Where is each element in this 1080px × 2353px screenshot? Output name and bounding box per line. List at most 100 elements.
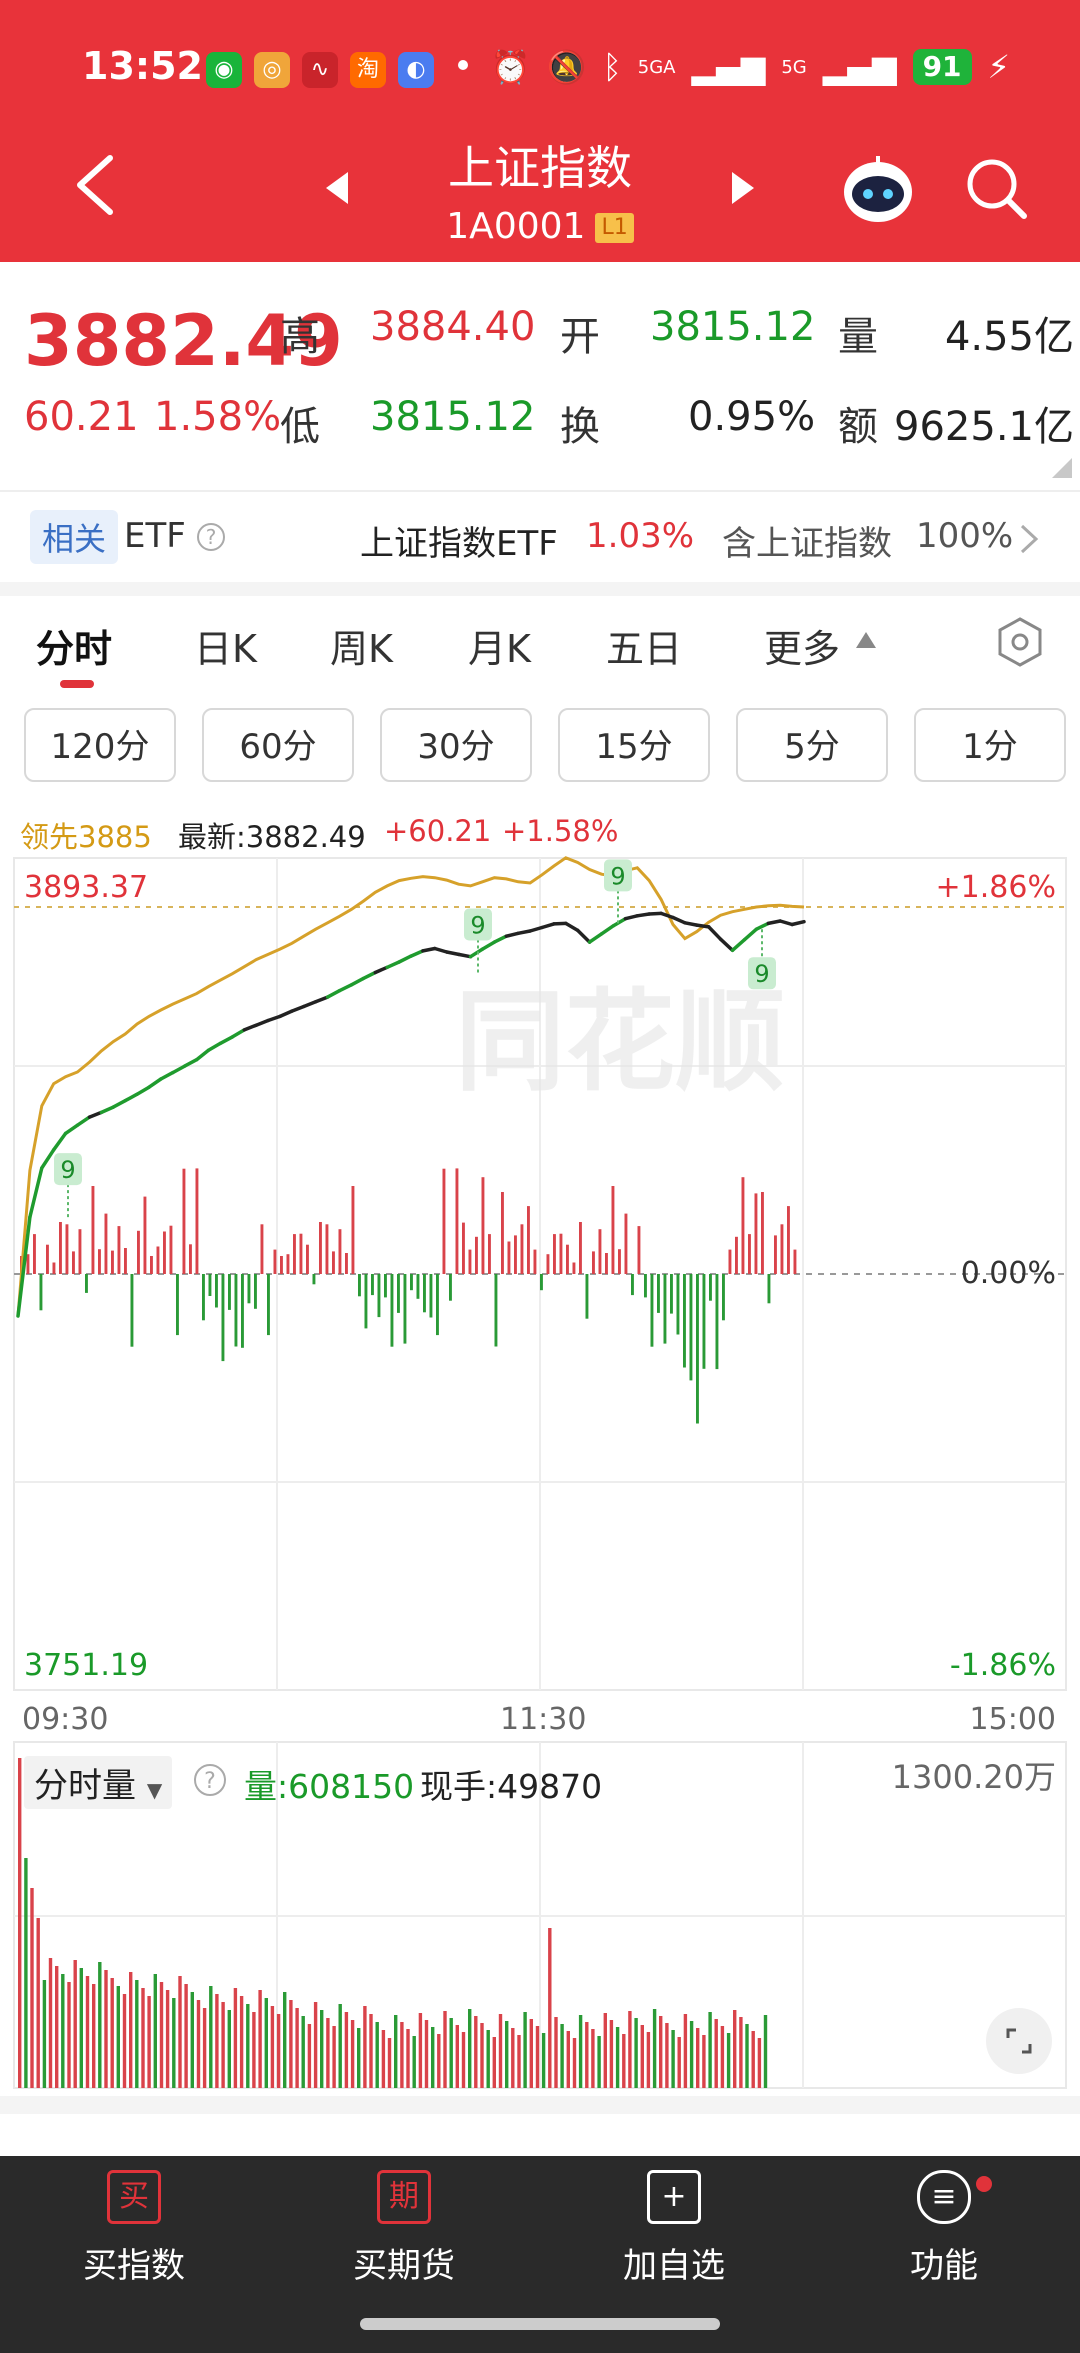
- buy-index-button[interactable]: 买 买指数: [34, 2170, 234, 2287]
- help-icon[interactable]: ?: [196, 522, 226, 552]
- volume-indicator-select[interactable]: 分时量 ▼: [24, 1756, 173, 1809]
- volume-down-bar: [560, 2024, 564, 2088]
- index-line-segment: [194, 1048, 211, 1062]
- volume-up-bar: [461, 2032, 466, 2088]
- down-bar: [650, 1274, 654, 1347]
- volume-up-bar: [437, 2034, 441, 2088]
- volume-up-bar: [73, 1960, 77, 2088]
- down-bar: [403, 1274, 407, 1344]
- tab-weekly-k[interactable]: 周K: [330, 618, 393, 673]
- chevron-right-icon[interactable]: [1018, 522, 1040, 556]
- more-notifications-dot: [458, 60, 468, 70]
- volume-down-bar: [541, 2033, 546, 2088]
- index-line-segment: [313, 995, 330, 1004]
- volume-indicator-label: 分时量: [34, 1766, 136, 1806]
- fullscreen-button[interactable]: [986, 2008, 1052, 2074]
- volume-up-bar: [683, 2014, 688, 2088]
- tab-five-day[interactable]: 五日: [606, 618, 682, 673]
- volume-up-bar: [92, 1984, 96, 2088]
- volume-help-icon[interactable]: ?: [192, 1762, 228, 1798]
- signal-icon-2: ▂▄▆: [822, 48, 897, 86]
- intraday-chart[interactable]: 同花顺 9 9 9 9: [0, 850, 1080, 1720]
- down-bar: [377, 1274, 381, 1318]
- up-bar: [533, 1249, 537, 1274]
- next-stock-icon[interactable]: [728, 170, 758, 206]
- marker-text: 9: [754, 960, 769, 988]
- search-icon[interactable]: [962, 154, 1032, 224]
- up-bar: [351, 1186, 355, 1274]
- add-watchlist-icon: +: [647, 2170, 701, 2224]
- down-bar: [176, 1274, 179, 1336]
- volume-up-bar: [591, 2029, 595, 2088]
- weibo-icon: ◎: [254, 52, 290, 88]
- index-line-segment: [361, 970, 378, 981]
- volume-up-bar: [30, 1888, 34, 2088]
- up-bar: [527, 1206, 530, 1274]
- up-bar: [787, 1206, 790, 1274]
- index-line-segment: [552, 921, 568, 926]
- tab-monthly-k[interactable]: 月K: [468, 618, 531, 673]
- up-bar: [33, 1234, 36, 1274]
- svg-text:?: ?: [206, 525, 217, 549]
- volume-up-bar: [147, 1996, 151, 2088]
- tab-daily-k[interactable]: 日K: [194, 618, 257, 673]
- open-value: 3815.12: [650, 304, 816, 350]
- high-value: 3884.40: [370, 304, 536, 350]
- up-bar: [462, 1222, 465, 1274]
- up-bar: [195, 1168, 199, 1274]
- volume-up-bar: [381, 2030, 386, 2088]
- period-60min[interactable]: 60分: [202, 708, 354, 782]
- volume-up-bar: [480, 2023, 484, 2088]
- period-15min[interactable]: 15分: [558, 708, 710, 782]
- volume-down-bar: [394, 2015, 398, 2088]
- down-bar: [208, 1274, 212, 1296]
- up-bar: [338, 1229, 342, 1274]
- function-button[interactable]: ≡ 功能: [844, 2170, 1044, 2287]
- volume-up-bar: [307, 2024, 312, 2088]
- up-bar: [735, 1236, 738, 1274]
- period-120min[interactable]: 120分: [24, 708, 176, 782]
- down-bar: [722, 1274, 725, 1321]
- up-bar: [592, 1251, 595, 1274]
- buy-futures-button[interactable]: 期 买期货: [304, 2170, 504, 2287]
- up-bar: [182, 1168, 186, 1274]
- index-line-segment: [718, 937, 735, 953]
- signal-icon: ▂▄▆: [691, 48, 766, 86]
- up-bar: [65, 1224, 69, 1274]
- index-line-segment: [28, 1166, 44, 1219]
- robot-assistant-icon[interactable]: [836, 150, 920, 230]
- settings-hex-icon[interactable]: [994, 616, 1046, 668]
- volume-up-bar: [350, 2020, 355, 2088]
- down-bar: [429, 1274, 433, 1318]
- down-bar: [696, 1274, 699, 1424]
- period-1min[interactable]: 1分: [914, 708, 1066, 782]
- add-watchlist-button[interactable]: + 加自选: [574, 2170, 774, 2287]
- up-bar: [111, 1250, 114, 1274]
- volume-up-bar: [122, 1994, 127, 2088]
- period-5min[interactable]: 5分: [736, 708, 888, 782]
- volume-up-bar: [585, 2022, 589, 2088]
- period-30min[interactable]: 30分: [380, 708, 532, 782]
- tab-more[interactable]: 更多: [764, 618, 840, 673]
- down-bar: [715, 1274, 719, 1370]
- expand-corner-icon[interactable]: [1052, 458, 1072, 478]
- index-line-segment: [266, 1014, 282, 1023]
- volume-up-bar: [159, 1982, 164, 2088]
- down-bar: [494, 1274, 498, 1347]
- battery-level: 91: [912, 49, 972, 85]
- up-bar: [150, 1256, 153, 1274]
- legend-change: +60.21: [384, 814, 492, 848]
- tab-intraday[interactable]: 分时: [36, 618, 112, 673]
- index-line-segment: [206, 1041, 223, 1053]
- index-line-segment: [564, 921, 580, 933]
- etf-name[interactable]: 上证指数ETF: [360, 516, 558, 565]
- down-bar: [449, 1274, 452, 1301]
- up-bar: [299, 1233, 303, 1274]
- down-bar: [689, 1274, 693, 1381]
- up-bar: [345, 1253, 348, 1274]
- volume-up-bar: [603, 2013, 607, 2088]
- up-bar: [104, 1213, 108, 1274]
- up-bar: [72, 1251, 75, 1274]
- index-line-segment: [766, 919, 782, 926]
- up-bar: [761, 1192, 764, 1274]
